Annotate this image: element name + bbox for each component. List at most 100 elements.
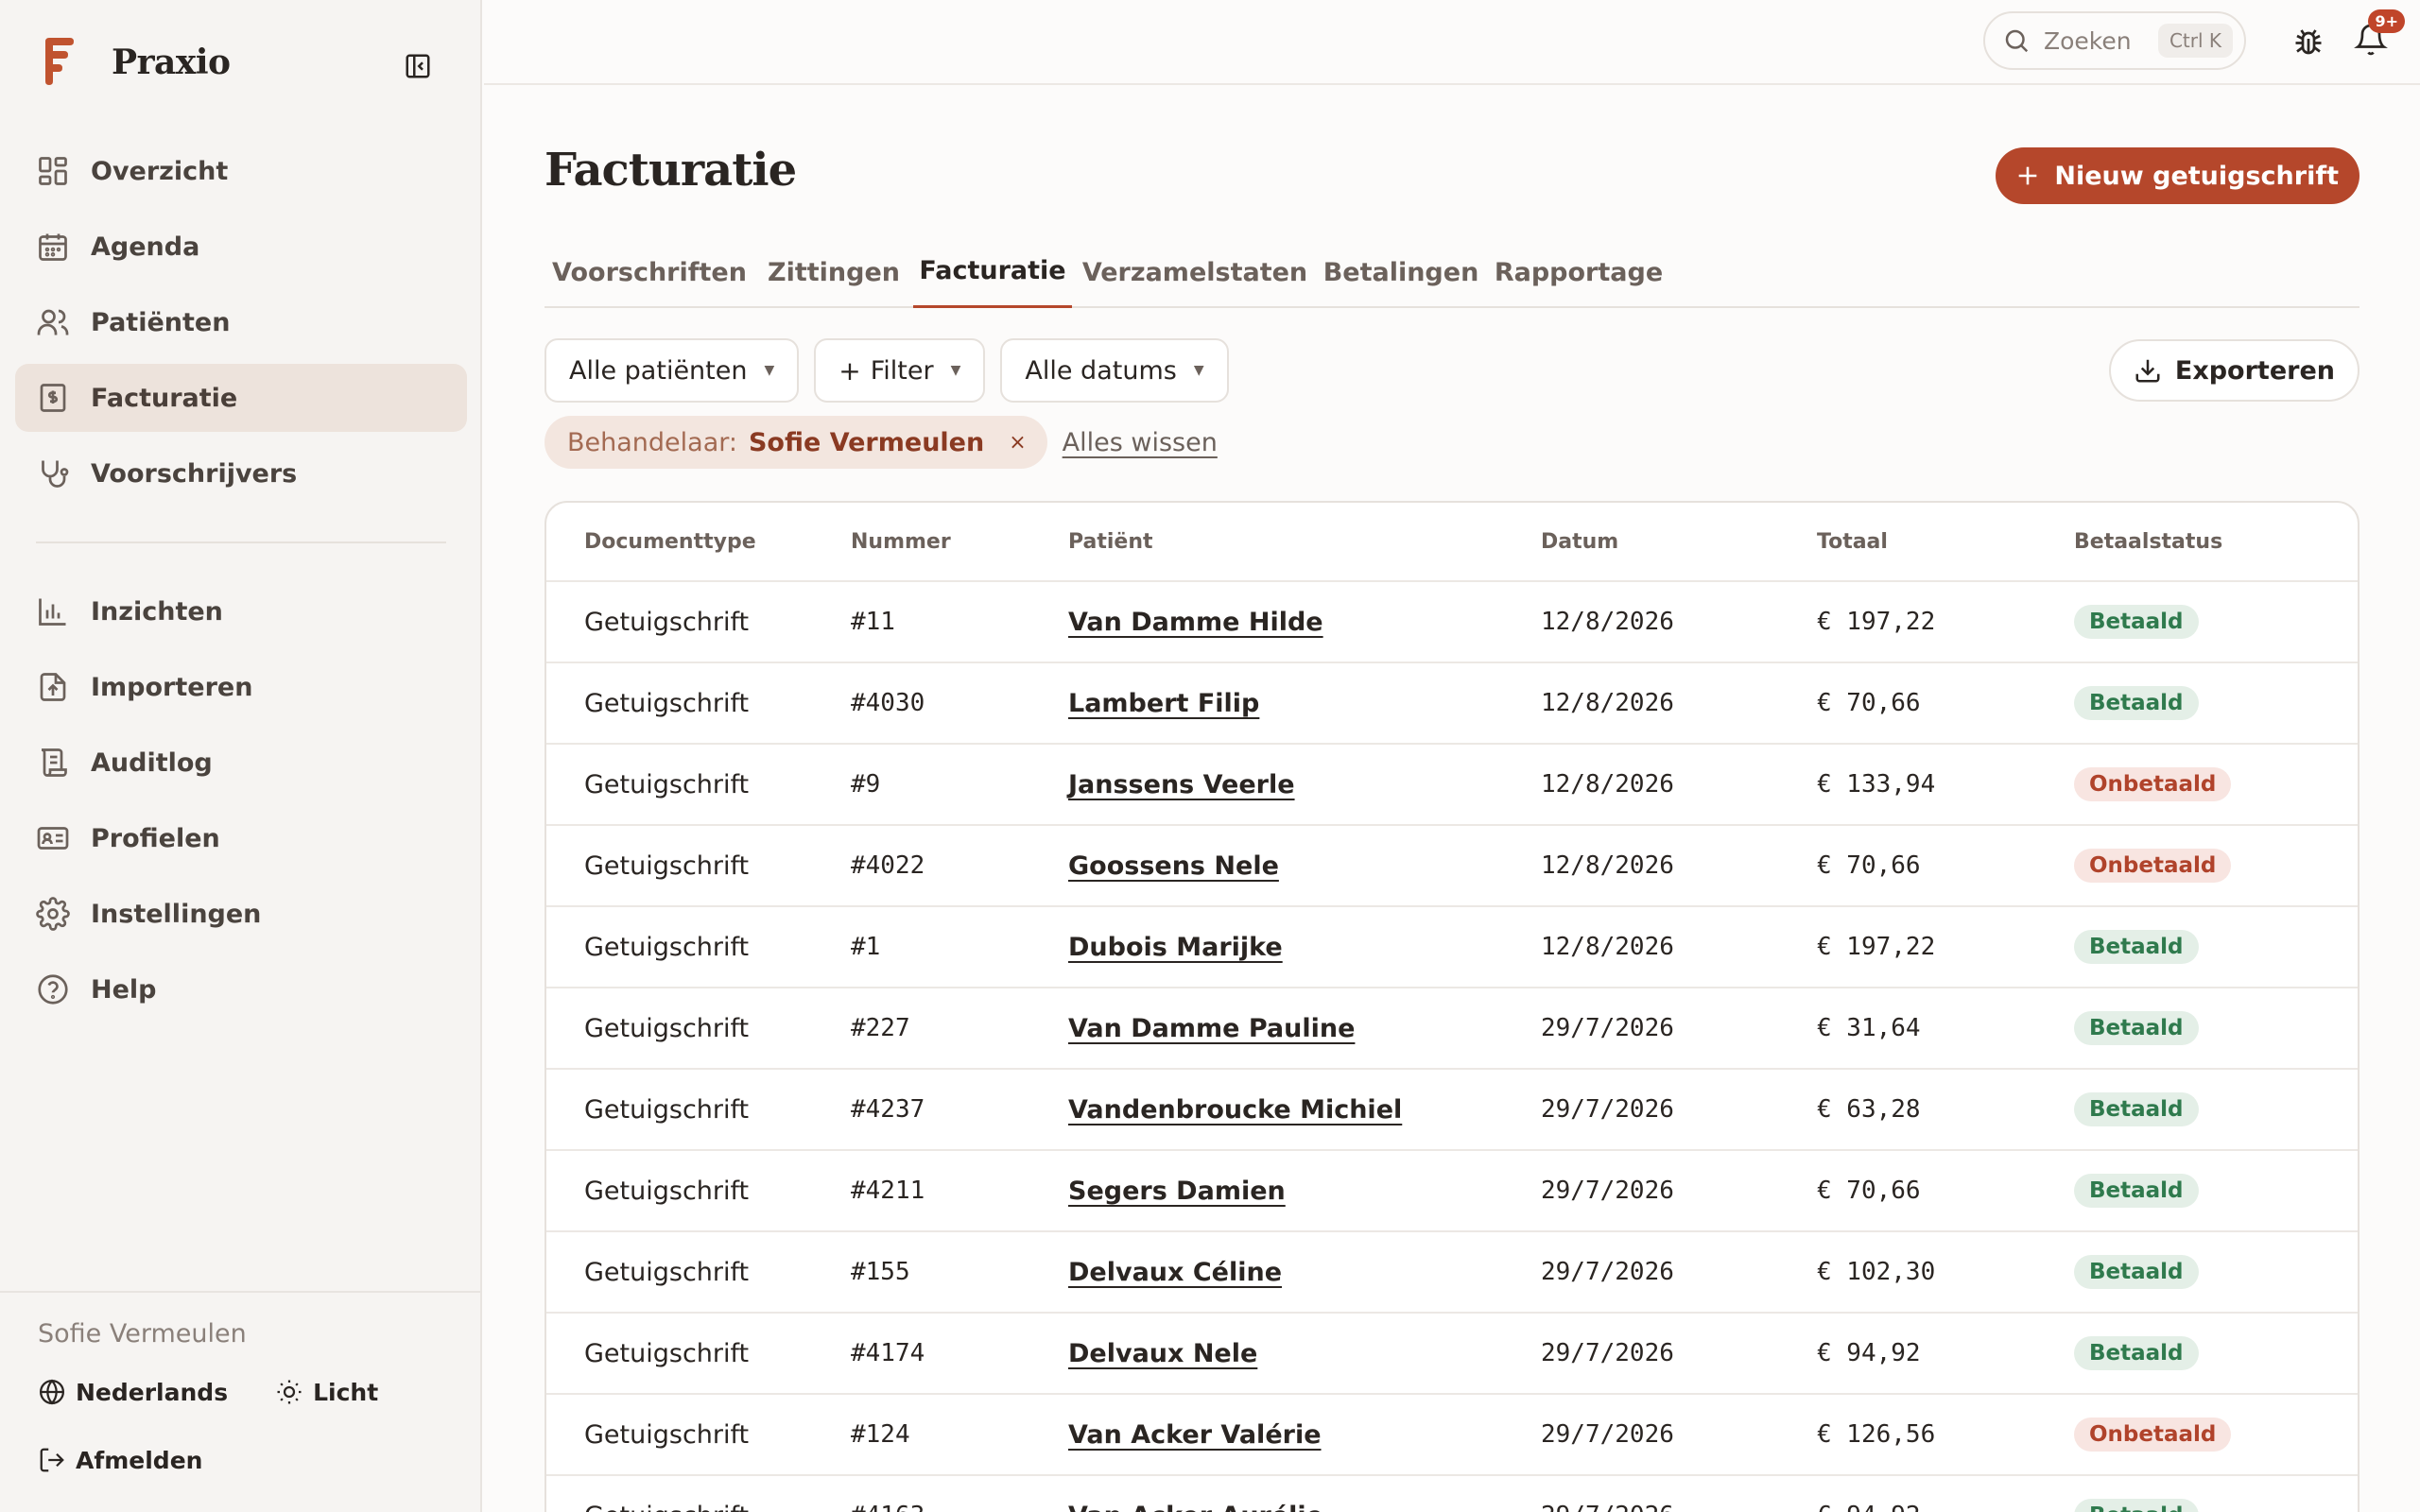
document-type: Getuigschrift [584,607,750,637]
table-row[interactable]: Getuigschrift #4030 Lambert Filip 12/8/2026… [546,663,2358,745]
notifications-button[interactable]: 9+ [2354,9,2405,60]
document-total: € 63,28 [1817,1095,1921,1124]
document-type: Getuigschrift [584,1013,750,1043]
sidebar-nav: Overzicht Agenda Patiënten Facturatie Vo… [15,137,467,1031]
sidebar-item-inzichten[interactable]: Inzichten [15,577,467,645]
logout-label: Afmelden [76,1446,203,1474]
patient-link[interactable]: Lambert Filip [1068,689,1259,718]
dates-dropdown[interactable]: Alle datums ▼ [1000,338,1229,403]
column-header-betaalstatus[interactable]: Betaalstatus [2074,530,2358,554]
scroll-icon [41,748,67,777]
table-row[interactable]: Getuigschrift #9 Janssens Veerle 12/8/2026 €… [546,745,2358,826]
table-row[interactable]: Getuigschrift #11 Van Damme Hilde 12/8/2026… [546,582,2358,663]
table-row[interactable]: Getuigschrift #4237 Vandenbroucke Michiel 2… [546,1070,2358,1151]
patient-link[interactable]: Van Acker Valérie [1068,1420,1322,1450]
tab-voorschriften[interactable]: Voorschriften [544,236,754,308]
brand[interactable]: Praxio [38,36,231,89]
sidebar-item-agenda[interactable]: Agenda [15,213,467,281]
sidebar-item-voorschrijvers[interactable]: Voorschrijvers [15,439,467,507]
document-number: #9 [851,770,881,799]
sidebar: Praxio Overzicht Agenda Patiënten Factur… [0,0,482,1512]
sidebar-item-label: Agenda [91,232,200,262]
tab-verzamelstaten[interactable]: Verzamelstaten [1072,236,1318,308]
sidebar-item-instellingen[interactable]: Instellingen [15,880,467,948]
tab-betalingen[interactable]: Betalingen [1318,236,1484,308]
column-header-datum[interactable]: Datum [1541,530,1817,554]
language-button[interactable]: Nederlands [38,1378,228,1406]
table-row[interactable]: Getuigschrift #124 Van Acker Valérie 29/7/2… [546,1395,2358,1476]
sidebar-item-label: Instellingen [91,899,262,929]
close-icon[interactable]: × [1009,431,1026,455]
tab-rapportage[interactable]: Rapportage [1484,236,1673,308]
sidebar-item-label: Patiënten [91,307,231,337]
dashboard-icon [39,157,67,185]
patient-link[interactable]: Van Damme Pauline [1068,1014,1355,1043]
document-total: € 94,92 [1817,1502,2074,1512]
table-row[interactable]: Getuigschrift#4163Van Acker Aurélie 29/7/… [546,1476,2358,1512]
patient-link[interactable]: Segers Damien [1068,1177,1286,1206]
tab-facturatie[interactable]: Facturatie [913,236,1072,308]
column-header-documenttype[interactable]: Documenttype [546,530,851,554]
preferences-row: Nederlands Licht [38,1378,425,1406]
calendar-icon [39,233,67,261]
topbar: Zoeken Ctrl K 9+ [484,0,2420,85]
document-type: Getuigschrift [584,1257,750,1287]
document-type: Getuigschrift [584,1176,750,1206]
globe-icon [40,1379,64,1405]
theme-button[interactable]: Licht [275,1378,378,1406]
sidebar-item-overzicht[interactable]: Overzicht [15,137,467,205]
document-date: 12/8/2026 [1541,689,1674,717]
new-certificate-button[interactable]: Nieuw getuigschrift [1996,147,2360,204]
patient-link[interactable]: Van Acker Aurélie [1068,1502,1323,1512]
status-badge: Betaald [2074,930,2199,964]
patients-dropdown[interactable]: Alle patiënten ▼ [544,338,800,403]
collapse-sidebar-button[interactable] [399,47,437,85]
document-number: #155 [851,1258,910,1286]
sidebar-item-label: Overzicht [91,156,229,186]
table-row[interactable]: Getuigschrift #4174 Delvaux Nele 29/7/2026 €… [546,1314,2358,1395]
sidebar-item-profielen[interactable]: Profielen [15,804,467,872]
patient-link[interactable]: Dubois Marijke [1068,933,1283,962]
sidebar-item-patienten[interactable]: Patiënten [15,288,467,356]
document-total: € 197,22 [1817,608,1936,636]
document-total: € 133,94 [1817,770,1936,799]
report-bug-button[interactable] [2291,25,2325,59]
table-row[interactable]: Getuigschrift #1 Dubois Marijke 12/8/2026 € … [546,907,2358,988]
search-input[interactable]: Zoeken Ctrl K [1983,11,2246,70]
patient-link[interactable]: Van Damme Hilde [1068,608,1323,637]
document-type: Getuigschrift [584,932,750,962]
patient-link[interactable]: Delvaux Nele [1068,1339,1257,1368]
table-row[interactable]: Getuigschrift #4022 Goossens Nele 12/8/2026… [546,826,2358,907]
document-date: 12/8/2026 [1541,851,1674,880]
table-row[interactable]: Getuigschrift #227 Van Damme Pauline 29/7/2… [546,988,2358,1070]
search-icon [2005,29,2029,53]
patient-link[interactable]: Goossens Nele [1068,851,1279,881]
document-date: 29/7/2026 [1541,1420,1674,1449]
document-type: Getuigschrift [584,1419,750,1450]
document-number: #4211 [851,1177,925,1205]
column-header-patient[interactable]: Patiënt [1068,530,1541,554]
sidebar-item-label: Auditlog [91,747,213,778]
download-icon [2135,359,2160,383]
clear-all-link[interactable]: Alles wissen [1063,428,1218,457]
table-row[interactable]: Getuigschrift #4211 Segers Damien 29/7/2026… [546,1151,2358,1232]
patient-link[interactable]: Janssens Veerle [1068,770,1295,799]
sidebar-item-auditlog[interactable]: Auditlog [15,729,467,797]
sidebar-item-help[interactable]: Help [15,955,467,1023]
logout-button[interactable]: Afmelden [38,1446,202,1474]
export-button[interactable]: Exporteren [2108,339,2360,402]
patient-link[interactable]: Delvaux Céline [1068,1258,1282,1287]
column-header-totaal[interactable]: Totaal [1817,530,2074,554]
document-total: € 70,66 [1817,851,1921,880]
tab-zittingen[interactable]: Zittingen [754,236,913,308]
notification-count-badge: 9+ [2368,9,2405,33]
filter-dropdown[interactable]: + Filter ▼ [814,338,986,403]
patient-link[interactable]: Vandenbroucke Michiel [1068,1095,1402,1125]
sidebar-item-label: Voorschrijvers [91,458,298,489]
sidebar-item-facturatie[interactable]: Facturatie [15,364,467,432]
users-icon [37,309,69,335]
language-label: Nederlands [76,1378,229,1406]
sidebar-item-importeren[interactable]: Importeren [15,653,467,721]
table-row[interactable]: Getuigschrift #155 Delvaux Céline 29/7/2026… [546,1232,2358,1314]
column-header-nummer[interactable]: Nummer [851,530,1068,554]
